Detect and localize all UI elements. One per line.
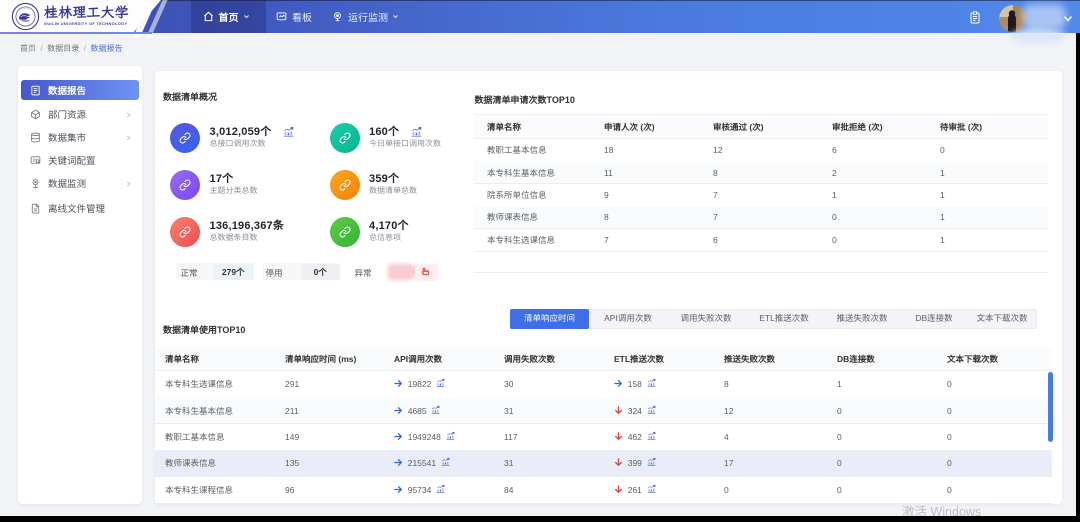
- svg-text:·····: ·····: [22, 24, 29, 28]
- svg-text:······: ······: [21, 7, 30, 11]
